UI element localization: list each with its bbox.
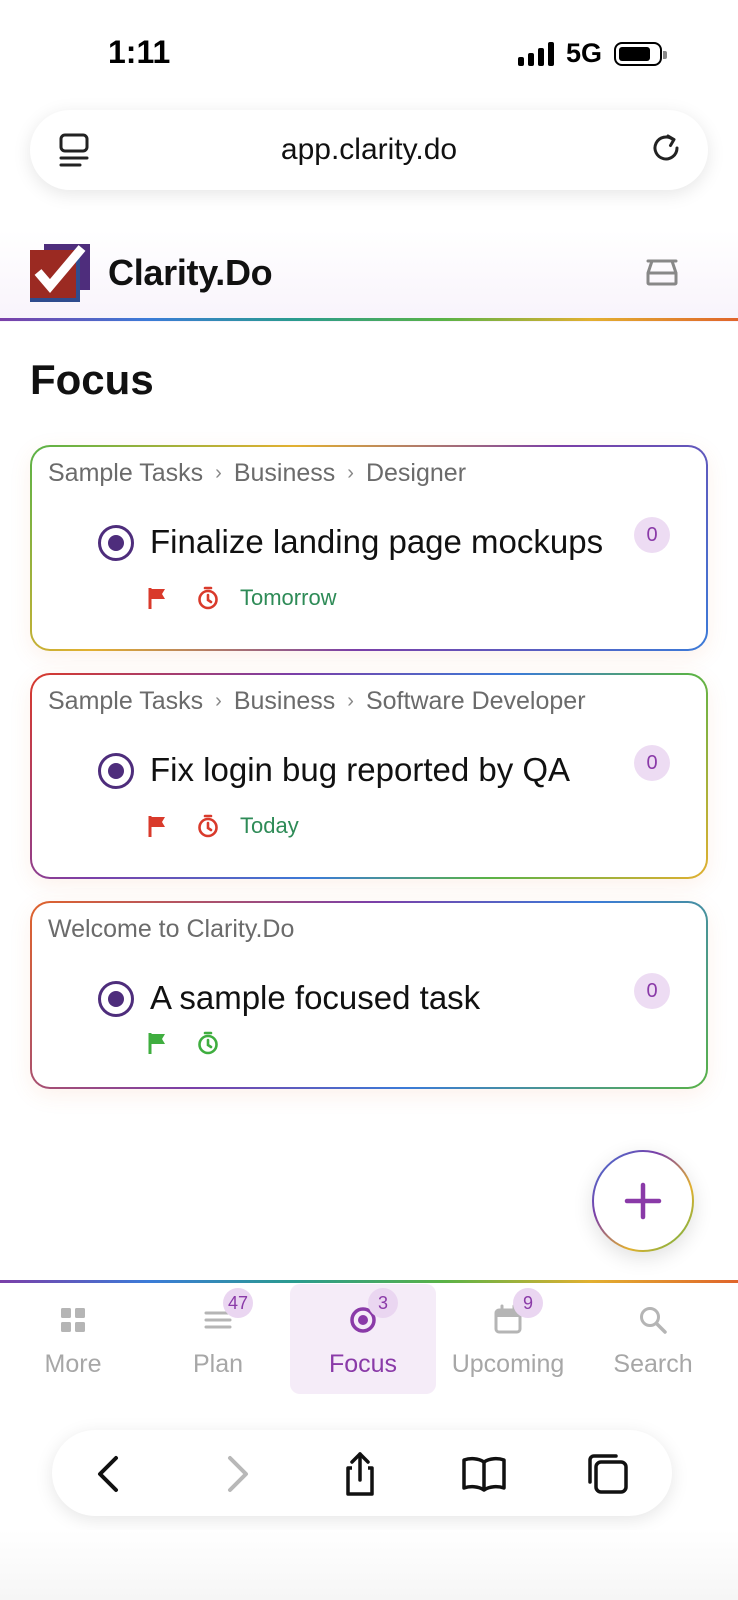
nav-label: Upcoming — [451, 1350, 565, 1378]
grid-icon — [61, 1308, 85, 1332]
nav-item-search[interactable]: Search — [580, 1284, 726, 1394]
chevron-right-icon: › — [215, 462, 222, 484]
nav-badge: 9 — [513, 1288, 543, 1318]
task-title[interactable]: Fix login bug reported by QA — [150, 751, 570, 789]
breadcrumb-item[interactable]: Business — [234, 459, 335, 488]
browser-toolbar — [52, 1430, 672, 1516]
home-area — [0, 1530, 738, 1600]
back-icon[interactable] — [86, 1450, 134, 1498]
search-icon — [640, 1307, 667, 1334]
task-card[interactable]: Sample Tasks › Business › Software Devel… — [30, 673, 708, 879]
reload-icon[interactable] — [648, 130, 684, 166]
app-header: Clarity.Do — [0, 230, 738, 322]
signal-icon — [517, 41, 554, 66]
breadcrumb-item[interactable]: Sample Tasks — [48, 687, 203, 716]
nav-label: Focus — [328, 1350, 398, 1378]
breadcrumb-item[interactable]: Designer — [366, 459, 466, 488]
add-task-button[interactable] — [592, 1150, 694, 1252]
flag-icon[interactable] — [146, 1031, 170, 1055]
task-meta — [146, 1031, 220, 1055]
nav-item-more[interactable]: More — [0, 1284, 146, 1394]
timer-icon[interactable] — [196, 1031, 220, 1055]
status-bar: 1:11 5G — [0, 0, 738, 100]
page-title: Focus — [30, 356, 154, 403]
nav-label: Search — [613, 1350, 693, 1378]
nav-item-focus[interactable]: 3 Focus — [290, 1284, 436, 1394]
task-card[interactable]: Sample Tasks › Business › Designer Final… — [30, 445, 708, 651]
bottom-nav: More 47 Plan 3 Focus 9 Upcoming Search — [0, 1284, 738, 1394]
due-date[interactable]: Tomorrow — [240, 585, 337, 611]
url-text: app.clarity.do — [280, 133, 458, 166]
timer-icon[interactable] — [196, 586, 220, 610]
chevron-right-icon: › — [347, 690, 354, 712]
address-bar[interactable]: app.clarity.do — [30, 110, 708, 190]
focus-checkbox[interactable] — [98, 753, 134, 789]
plus-icon — [624, 1182, 662, 1220]
count-badge[interactable]: 0 — [634, 517, 670, 553]
app-name: Clarity.Do — [108, 252, 273, 293]
header-divider — [0, 318, 738, 321]
nav-badge: 3 — [368, 1288, 398, 1318]
status-indicators: 5G — [517, 38, 667, 69]
timer-icon[interactable] — [196, 814, 220, 838]
share-icon[interactable] — [336, 1450, 384, 1498]
flag-icon[interactable] — [146, 586, 170, 610]
chevron-right-icon: › — [347, 462, 354, 484]
flag-icon[interactable] — [146, 814, 170, 838]
task-meta: Today — [146, 813, 299, 839]
focus-checkbox[interactable] — [98, 525, 134, 561]
breadcrumb: Welcome to Clarity.Do — [48, 915, 294, 944]
nav-label: More — [44, 1350, 102, 1378]
breadcrumb-item[interactable]: Sample Tasks — [48, 459, 203, 488]
task-meta: Tomorrow — [146, 585, 337, 611]
task-title[interactable]: Finalize landing page mockups — [150, 523, 603, 561]
task-title[interactable]: A sample focused task — [150, 979, 480, 1017]
page-menu-icon[interactable] — [58, 132, 90, 168]
archive-icon[interactable] — [646, 258, 678, 286]
bookmarks-icon[interactable] — [460, 1450, 508, 1498]
nav-label: Plan — [192, 1350, 244, 1378]
nav-divider — [0, 1280, 738, 1283]
breadcrumb: Sample Tasks › Business › Software Devel… — [48, 687, 586, 716]
count-badge[interactable]: 0 — [634, 973, 670, 1009]
nav-badge: 47 — [223, 1288, 254, 1318]
breadcrumb-item[interactable]: Software Developer — [366, 687, 586, 716]
nav-item-upcoming[interactable]: 9 Upcoming — [435, 1284, 581, 1394]
battery-icon — [614, 41, 667, 66]
network-type: 5G — [565, 38, 602, 68]
task-card[interactable]: Welcome to Clarity.Do A sample focused t… — [30, 901, 708, 1089]
count-badge[interactable]: 0 — [634, 745, 670, 781]
chevron-right-icon: › — [215, 690, 222, 712]
tabs-icon[interactable] — [584, 1450, 632, 1498]
breadcrumb: Sample Tasks › Business › Designer — [48, 459, 466, 488]
nav-item-plan[interactable]: 47 Plan — [145, 1284, 291, 1394]
breadcrumb-item[interactable]: Welcome to Clarity.Do — [48, 915, 294, 944]
due-date[interactable]: Today — [240, 813, 299, 839]
focus-checkbox[interactable] — [98, 981, 134, 1017]
breadcrumb-item[interactable]: Business — [234, 687, 335, 716]
status-time: 1:11 — [108, 34, 171, 70]
forward-icon[interactable] — [212, 1450, 260, 1498]
logo[interactable] — [30, 244, 90, 304]
